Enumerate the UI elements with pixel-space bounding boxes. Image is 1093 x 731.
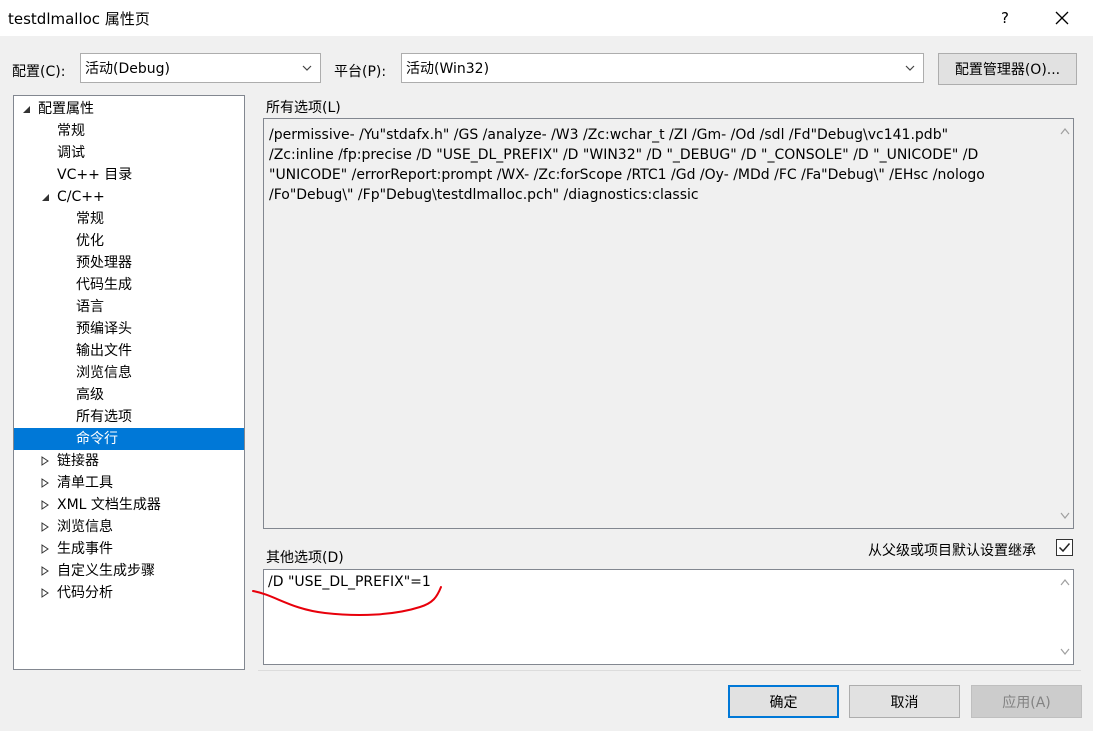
scroll-down-icon[interactable]	[1060, 512, 1070, 520]
collapsed-triangle-icon[interactable]	[40, 544, 50, 554]
collapsed-triangle-icon[interactable]	[40, 522, 50, 532]
property-tree[interactable]: 配置属性 常规 调试 VC++ 目录 C/C++ 常规 优化 预处理器 代码生成…	[13, 95, 245, 670]
tree-item-browse-information[interactable]: 浏览信息	[14, 362, 244, 384]
scroll-up-icon[interactable]	[1060, 127, 1070, 135]
close-icon	[1055, 11, 1069, 25]
collapsed-triangle-icon[interactable]	[40, 588, 50, 598]
tree-item-cpp-general[interactable]: 常规	[14, 208, 244, 230]
platform-label: 平台(P):	[334, 64, 387, 80]
all-options-text: /permissive- /Yu"stdafx.h" /GS /analyze-…	[269, 127, 985, 203]
tree-item-output-files[interactable]: 输出文件	[14, 340, 244, 362]
collapsed-triangle-icon[interactable]	[40, 456, 50, 466]
tree-item-vc-directories[interactable]: VC++ 目录	[14, 164, 244, 186]
tree-item-general[interactable]: 常规	[14, 120, 244, 142]
all-options-textarea[interactable]: /permissive- /Yu"stdafx.h" /GS /analyze-…	[263, 118, 1074, 529]
expanded-triangle-icon[interactable]	[40, 192, 50, 202]
scroll-down-icon[interactable]	[1060, 648, 1070, 656]
config-label: 配置(C):	[12, 64, 66, 80]
config-select-value: 活动(Debug)	[85, 61, 170, 77]
scroll-up-icon[interactable]	[1060, 578, 1070, 586]
expanded-triangle-icon[interactable]	[21, 104, 31, 114]
inherit-label: 从父级或项目默认设置继承	[868, 543, 1036, 559]
tree-item-xml-doc-generator[interactable]: XML 文档生成器	[14, 494, 244, 516]
config-manager-button[interactable]: 配置管理器(O)...	[938, 53, 1077, 85]
platform-select[interactable]: 活动(Win32)	[401, 53, 924, 83]
inherit-checkbox[interactable]	[1056, 539, 1073, 556]
collapsed-triangle-icon[interactable]	[40, 478, 50, 488]
tree-item-optimization[interactable]: 优化	[14, 230, 244, 252]
tree-item-build-events[interactable]: 生成事件	[14, 538, 244, 560]
footer-separator	[258, 670, 1081, 671]
tree-item-all-options[interactable]: 所有选项	[14, 406, 244, 428]
title-bar	[0, 0, 1093, 36]
tree-item-code-analysis[interactable]: 代码分析	[14, 582, 244, 604]
config-select[interactable]: 活动(Debug)	[80, 53, 321, 83]
tree-item-config-properties[interactable]: 配置属性	[14, 98, 244, 120]
apply-button[interactable]: 应用(A)	[971, 685, 1082, 718]
red-underline-annotation	[252, 586, 442, 616]
platform-select-value: 活动(Win32)	[406, 61, 490, 77]
tree-item-cpp[interactable]: C/C++	[14, 186, 244, 208]
tree-item-linker[interactable]: 链接器	[14, 450, 244, 472]
chevron-down-icon	[905, 65, 915, 71]
help-button[interactable]: ?	[985, 0, 1025, 36]
tree-item-language[interactable]: 语言	[14, 296, 244, 318]
checkmark-icon	[1058, 543, 1071, 553]
window-title: testdlmalloc 属性页	[8, 10, 150, 28]
tree-item-precompiled-headers[interactable]: 预编译头	[14, 318, 244, 340]
cancel-button[interactable]: 取消	[849, 685, 960, 718]
other-options-label: 其他选项(D)	[266, 550, 344, 566]
tree-item-debugging[interactable]: 调试	[14, 142, 244, 164]
tree-item-browse-info[interactable]: 浏览信息	[14, 516, 244, 538]
ok-button[interactable]: 确定	[728, 685, 839, 718]
collapsed-triangle-icon[interactable]	[40, 566, 50, 576]
tree-item-advanced[interactable]: 高级	[14, 384, 244, 406]
tree-item-manifest-tool[interactable]: 清单工具	[14, 472, 244, 494]
tree-item-command-line[interactable]: 命令行	[14, 428, 244, 450]
collapsed-triangle-icon[interactable]	[40, 500, 50, 510]
tree-item-code-generation[interactable]: 代码生成	[14, 274, 244, 296]
close-button[interactable]	[1040, 0, 1084, 36]
tree-item-preprocessor[interactable]: 预处理器	[14, 252, 244, 274]
all-options-label: 所有选项(L)	[266, 100, 341, 116]
chevron-down-icon	[302, 65, 312, 71]
tree-item-custom-build-step[interactable]: 自定义生成步骤	[14, 560, 244, 582]
